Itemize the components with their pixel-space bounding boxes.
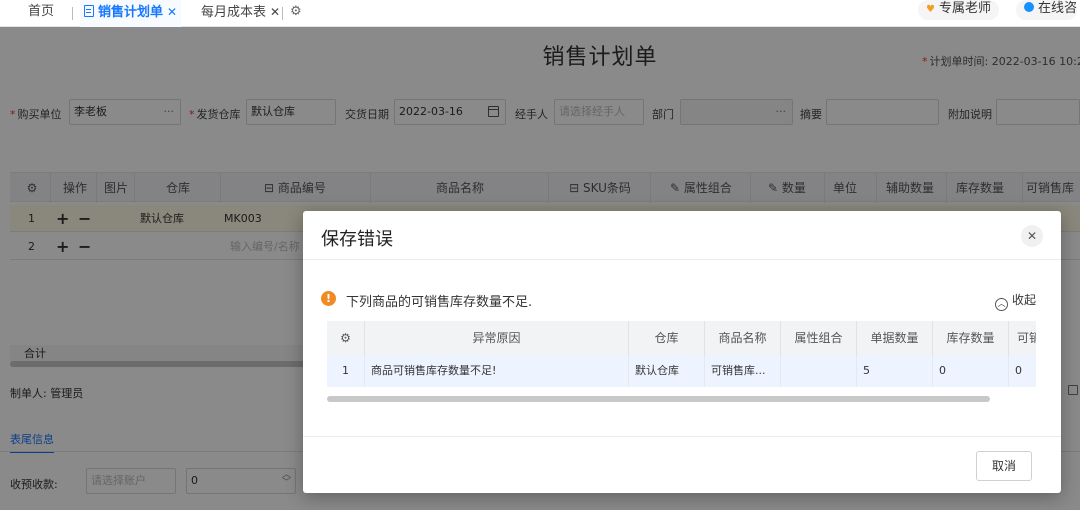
row-sellable: 0 bbox=[1009, 355, 1036, 387]
tab-sales-plan-label: 销售计划单 bbox=[98, 5, 164, 20]
error-table: ⚙ 异常原因 仓库 商品名称 属性组合 单据数量 库存数量 可销 1 商品可销售… bbox=[327, 321, 1036, 401]
collapse-label: 收起 bbox=[1012, 293, 1037, 307]
col-attr: 属性组合 bbox=[781, 321, 857, 355]
tab-separator bbox=[72, 7, 73, 20]
tab-bar: 首页 销售计划单 ✕ 每月成本表 ✕ ⚙ ♥ 专属老师 在线咨 bbox=[0, 0, 1080, 27]
tab-monthly-cost-label: 每月成本表 bbox=[201, 5, 267, 20]
col-doc-qty: 单据数量 bbox=[857, 321, 933, 355]
chevron-up-icon: ︿ bbox=[995, 298, 1008, 311]
save-error-dialog: 保存错误 ✕ ! 下列商品的可销售库存数量不足. ︿ 收起 ⚙ 异常原因 仓库 商… bbox=[303, 211, 1061, 493]
col-warehouse: 仓库 bbox=[629, 321, 705, 355]
online-consult-label: 在线咨 bbox=[1038, 1, 1078, 16]
chat-bubble-icon bbox=[1024, 2, 1034, 12]
close-icon[interactable]: ✕ bbox=[167, 5, 177, 19]
row-product-name: 可销售库... bbox=[705, 355, 781, 387]
divider bbox=[303, 436, 1061, 437]
heart-icon: ♥ bbox=[926, 4, 935, 15]
col-product-name: 商品名称 bbox=[705, 321, 781, 355]
error-message: 下列商品的可销售库存数量不足. bbox=[346, 295, 533, 310]
row-number: 1 bbox=[327, 355, 365, 387]
col-reason: 异常原因 bbox=[365, 321, 629, 355]
col-stock-qty: 库存数量 bbox=[933, 321, 1009, 355]
horizontal-scrollbar[interactable] bbox=[327, 396, 990, 402]
divider bbox=[303, 259, 1061, 260]
row-doc-qty: 5 bbox=[857, 355, 933, 387]
collapse-button[interactable]: ︿ 收起 bbox=[995, 291, 1036, 311]
close-icon[interactable]: ✕ bbox=[1021, 225, 1043, 247]
row-warehouse: 默认仓库 bbox=[629, 355, 705, 387]
row-reason: 商品可销售库存数量不足! bbox=[365, 355, 629, 387]
cancel-button[interactable]: 取消 bbox=[976, 451, 1032, 481]
gear-icon[interactable]: ⚙ bbox=[327, 321, 365, 355]
tab-monthly-cost[interactable]: 每月成本表 ✕ bbox=[201, 0, 280, 27]
close-icon[interactable]: ✕ bbox=[270, 5, 280, 19]
tab-sales-plan[interactable]: 销售计划单 ✕ bbox=[80, 0, 182, 27]
online-consult-button[interactable]: 在线咨 bbox=[1016, 0, 1078, 20]
dedicated-teacher-label: 专属老师 bbox=[938, 1, 991, 16]
row-attr bbox=[781, 355, 857, 387]
dedicated-teacher-button[interactable]: ♥ 专属老师 bbox=[918, 0, 999, 20]
warning-icon: ! bbox=[321, 291, 336, 306]
dialog-title: 保存错误 bbox=[321, 229, 393, 250]
tab-separator bbox=[282, 7, 283, 20]
col-sellable: 可销 bbox=[1009, 321, 1036, 355]
row-stock-qty: 0 bbox=[933, 355, 1009, 387]
tab-home[interactable]: 首页 bbox=[28, 0, 54, 27]
gear-icon[interactable]: ⚙ bbox=[290, 0, 302, 27]
document-icon bbox=[84, 5, 94, 17]
